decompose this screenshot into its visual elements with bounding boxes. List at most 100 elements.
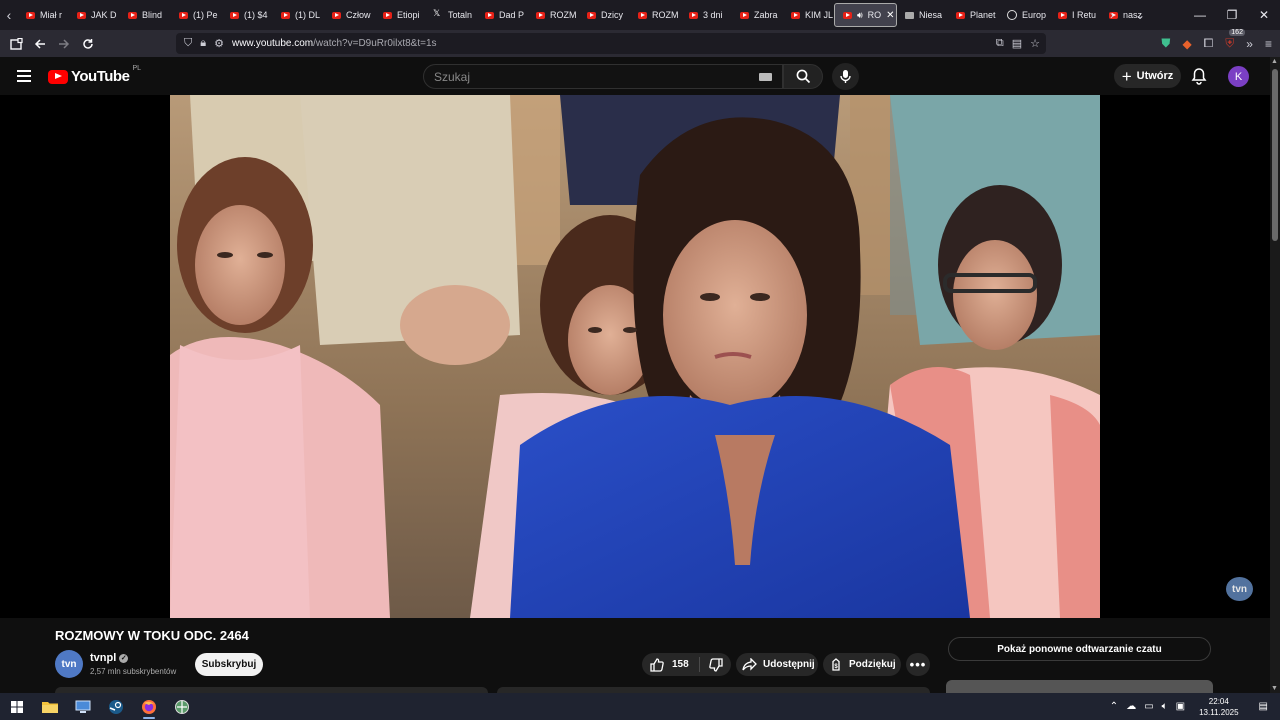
browser-tab[interactable]: Europ [999, 3, 1050, 27]
account-avatar[interactable]: K [1228, 66, 1249, 87]
share-button[interactable]: Udostępnij [736, 653, 818, 676]
browser-tab[interactable]: Niesa [897, 3, 948, 27]
tab-scroll-left-icon[interactable]: ‹ [0, 0, 18, 30]
scroll-up-arrow-icon[interactable]: ▲ [1271, 58, 1278, 65]
browser-tab[interactable]: Miał r [18, 3, 69, 27]
browser-tab[interactable]: Planet [948, 3, 999, 27]
dislike-button[interactable] [700, 657, 731, 672]
browser-tab[interactable]: 3 dni [681, 3, 732, 27]
forward-icon[interactable] [52, 32, 76, 56]
browser-tab[interactable]: KIM JL [783, 3, 834, 27]
scroll-down-arrow-icon[interactable]: ▼ [1271, 685, 1278, 692]
firefox-icon[interactable] [132, 693, 165, 720]
tab-label: RO [867, 10, 882, 20]
file-explorer-icon[interactable] [33, 693, 66, 720]
video-frame[interactable] [170, 95, 1100, 618]
browser-tab[interactable]: Blind [120, 3, 171, 27]
browser-tab[interactable]: Zabra [732, 3, 783, 27]
voice-search-button[interactable] [832, 63, 859, 90]
search-button[interactable] [783, 64, 823, 89]
notifications-icon[interactable]: ▤ [1259, 701, 1268, 712]
tab-list-dropdown-icon[interactable]: ⌄ [1126, 8, 1154, 22]
display-icon[interactable]: ▣ [1176, 701, 1185, 712]
tracking-protection-icon[interactable]: ⛉ [184, 37, 192, 50]
extensions-puzzle-icon[interactable]: ⧠ [1204, 36, 1214, 51]
sidebar-toggle-icon[interactable] [4, 32, 28, 56]
tab-label: Człow [346, 10, 371, 20]
scrollbar-thumb[interactable] [1272, 69, 1278, 241]
steam-icon[interactable] [99, 693, 132, 720]
lock-icon[interactable]: 🔒︎ [200, 37, 206, 50]
tab-scroll-right-icon[interactable]: › [1098, 8, 1126, 22]
tab-label: (1) DL [295, 10, 321, 20]
video-title: ROZMOWY W TOKU ODC. 2464 [55, 628, 249, 643]
browser-tab[interactable]: (1) DL [273, 3, 324, 27]
fox-extension-icon[interactable]: ◆ [1182, 37, 1191, 51]
subscribe-button[interactable]: Subskrybuj [195, 653, 263, 676]
browser-tab[interactable]: (1) Pe [171, 3, 222, 27]
restore-window-icon[interactable]: ❐ [1216, 8, 1248, 22]
related-video-thumbnail[interactable] [946, 680, 1213, 693]
permissions-icon[interactable]: ⚙︎ [214, 37, 224, 50]
browser-tab[interactable]: ROZM [528, 3, 579, 27]
picture-in-picture-icon[interactable]: ⧉ [996, 37, 1004, 50]
network-icon[interactable]: ▭ [1144, 701, 1153, 712]
browser-tab[interactable]: I Retu [1050, 3, 1101, 27]
browser-tab-strip: ‹ Miał r JAK D Blind (1) Pe (1) $4 (1) DL Czło… [0, 0, 1280, 30]
browser-tab[interactable]: (1) $4 [222, 3, 273, 27]
browser-tab[interactable]: Dad P [477, 3, 528, 27]
browser-tab[interactable]: Człow [324, 3, 375, 27]
reader-view-icon[interactable]: ▤ [1012, 37, 1022, 50]
youtube-icon [843, 11, 852, 19]
tab-label: Europ [1022, 10, 1047, 20]
clock-date: 13.11.2025 [1199, 707, 1239, 717]
close-tab-icon[interactable]: ✕ [886, 10, 894, 21]
browser-tab[interactable]: ROZM [630, 3, 681, 27]
onedrive-cloud-icon[interactable]: ☁ [1126, 701, 1136, 712]
address-bar[interactable]: ⛉ 🔒︎ ⚙︎ www.youtube.com/watch?v=D9uRr0il… [176, 33, 1046, 54]
reload-icon[interactable] [76, 32, 100, 56]
volume-icon[interactable]: 🔈︎ [1162, 701, 1168, 712]
youtube-logo-text: YouTube [71, 68, 130, 85]
tab-label: Zabra [754, 10, 778, 20]
browser-tab[interactable]: Etiopi [375, 3, 426, 27]
remote-desktop-icon[interactable] [66, 693, 99, 720]
bookmark-star-icon[interactable]: ☆ [1030, 37, 1040, 50]
browser-tab[interactable]: Totaln [426, 3, 477, 27]
back-icon[interactable] [28, 32, 52, 56]
like-dislike-group: 158 [642, 653, 731, 676]
start-windows-icon[interactable] [0, 693, 33, 720]
guide-menu-icon[interactable] [17, 70, 31, 82]
vpn-shield-icon[interactable]: ⛊ [1161, 36, 1170, 51]
network-app-icon[interactable] [165, 693, 198, 720]
tab-audio-playing-icon[interactable]: 🔊︎ [857, 10, 863, 21]
taskbar-clock[interactable]: 22:04 13.11.2025 [1199, 696, 1238, 718]
overflow-chevron-icon[interactable]: » [1246, 37, 1253, 51]
youtube-logo[interactable]: YouTube PL [48, 65, 141, 85]
ublock-icon[interactable]: ⛨ 162 [1225, 29, 1245, 51]
like-button[interactable]: 158 [642, 657, 700, 672]
more-actions-button[interactable]: ••• [906, 653, 930, 676]
channel-name[interactable]: tvnpl ✓ [90, 652, 129, 664]
search-input[interactable] [434, 69, 744, 84]
browser-tab-active[interactable]: 🔊︎ RO ✕ [834, 3, 897, 27]
video-player[interactable]: tvn [0, 95, 1270, 618]
app-menu-icon[interactable]: ≡ [1265, 37, 1272, 51]
tray-overflow-icon[interactable]: ⌃ [1110, 701, 1118, 712]
tab-label: ROZM [652, 10, 679, 20]
channel-avatar[interactable]: tvn [55, 650, 83, 678]
page-scrollbar[interactable]: ▲ ▼ [1270, 57, 1280, 693]
window-controls: — ❐ ✕ [1184, 8, 1280, 22]
browser-tab[interactable]: JAK D [69, 3, 120, 27]
minimize-window-icon[interactable]: — [1184, 8, 1216, 22]
close-window-icon[interactable]: ✕ [1248, 8, 1280, 22]
youtube-icon [485, 11, 494, 19]
url-path: /watch?v=D9uRr0ilxt8&t=1s [313, 38, 437, 49]
browser-tab[interactable]: Dzicy [579, 3, 630, 27]
search-icon [796, 69, 810, 84]
keyboard-icon[interactable] [759, 73, 772, 81]
create-button[interactable]: + Utwórz [1114, 64, 1181, 88]
thanks-button[interactable]: $ Podziękuj [823, 653, 901, 676]
notifications-bell-icon[interactable] [1191, 67, 1207, 85]
show-chat-replay-button[interactable]: Pokaż ponowne odtwarzanie czatu [948, 637, 1211, 661]
